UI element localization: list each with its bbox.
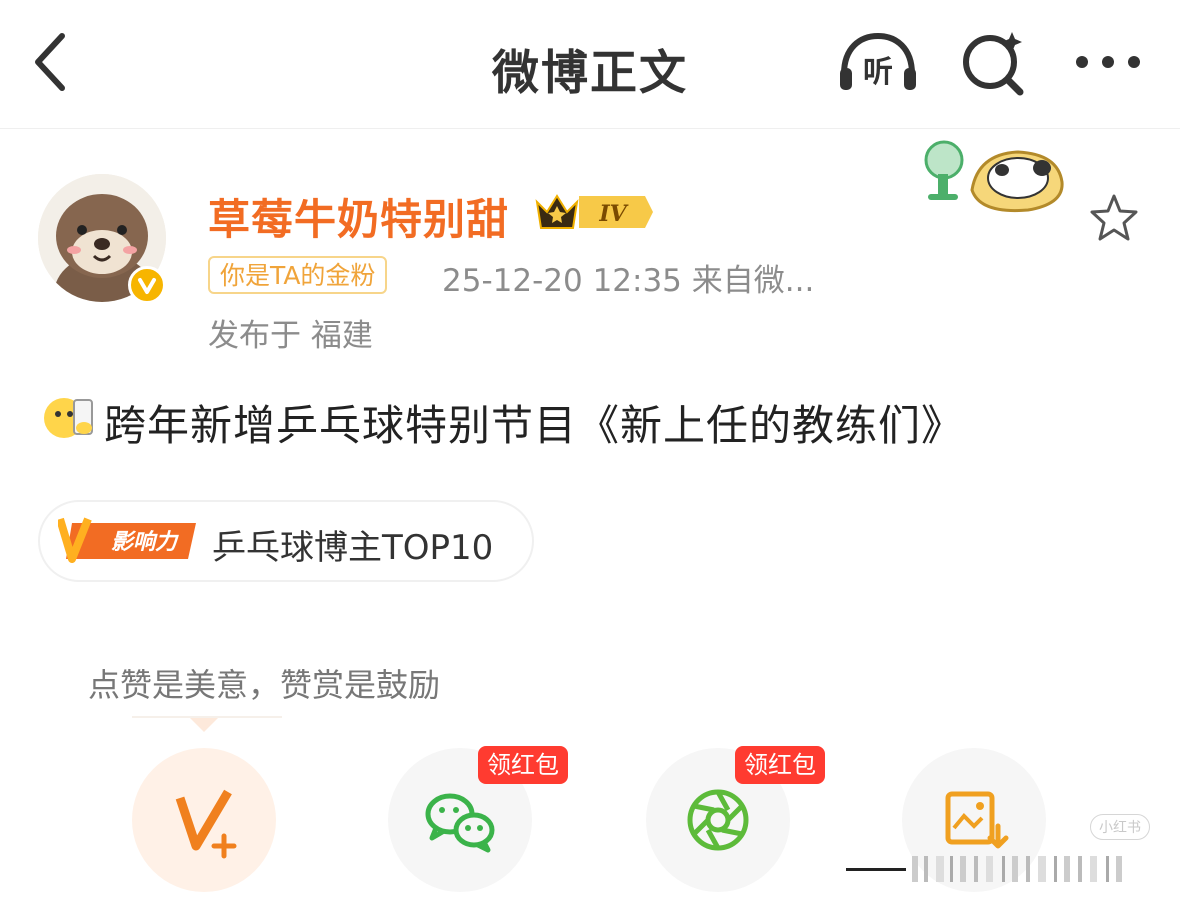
wechat-icon (425, 793, 495, 853)
influence-logo-icon: 影响力 (56, 515, 198, 567)
post-text: 跨年新增乒乓球特别节目《新上任的教练们》 (104, 401, 965, 450)
reward-button[interactable] (132, 748, 276, 892)
reward-hint: 点赞是美意，赞赏是鼓励 (88, 666, 441, 704)
red-packet-tag: 领红包 (735, 746, 825, 784)
decoration-sticker (918, 134, 1066, 216)
moments-icon (687, 789, 749, 851)
influence-logo-text: 影响力 (111, 530, 179, 555)
barcode-strip (846, 852, 1146, 886)
post-meta: 25-12-20 12:35 来自微... (442, 263, 815, 299)
favorite-star-icon[interactable] (1088, 192, 1140, 244)
listen-label: 听 (863, 55, 893, 90)
verified-badge-icon (128, 266, 166, 304)
reward-v-icon (175, 789, 232, 851)
influence-label[interactable]: 乒乓球博主TOP10 (212, 520, 493, 569)
level-text: IV (598, 201, 628, 227)
level-badge: IV (535, 190, 653, 234)
post-location: 发布于 福建 (208, 318, 373, 354)
watermark: 小红书 (1090, 814, 1150, 840)
red-packet-tag: 领红包 (478, 746, 568, 784)
more-icon[interactable] (1072, 46, 1144, 78)
search-icon[interactable] (958, 28, 1028, 96)
image-download-icon (945, 791, 1009, 849)
fan-badge: 你是TA的金粉 (208, 256, 388, 294)
listen-icon[interactable]: 听 (836, 30, 920, 94)
emoji-icon (42, 392, 102, 444)
author-name[interactable]: 草莓牛奶特别甜 (208, 186, 509, 247)
hint-pointer (190, 718, 218, 732)
